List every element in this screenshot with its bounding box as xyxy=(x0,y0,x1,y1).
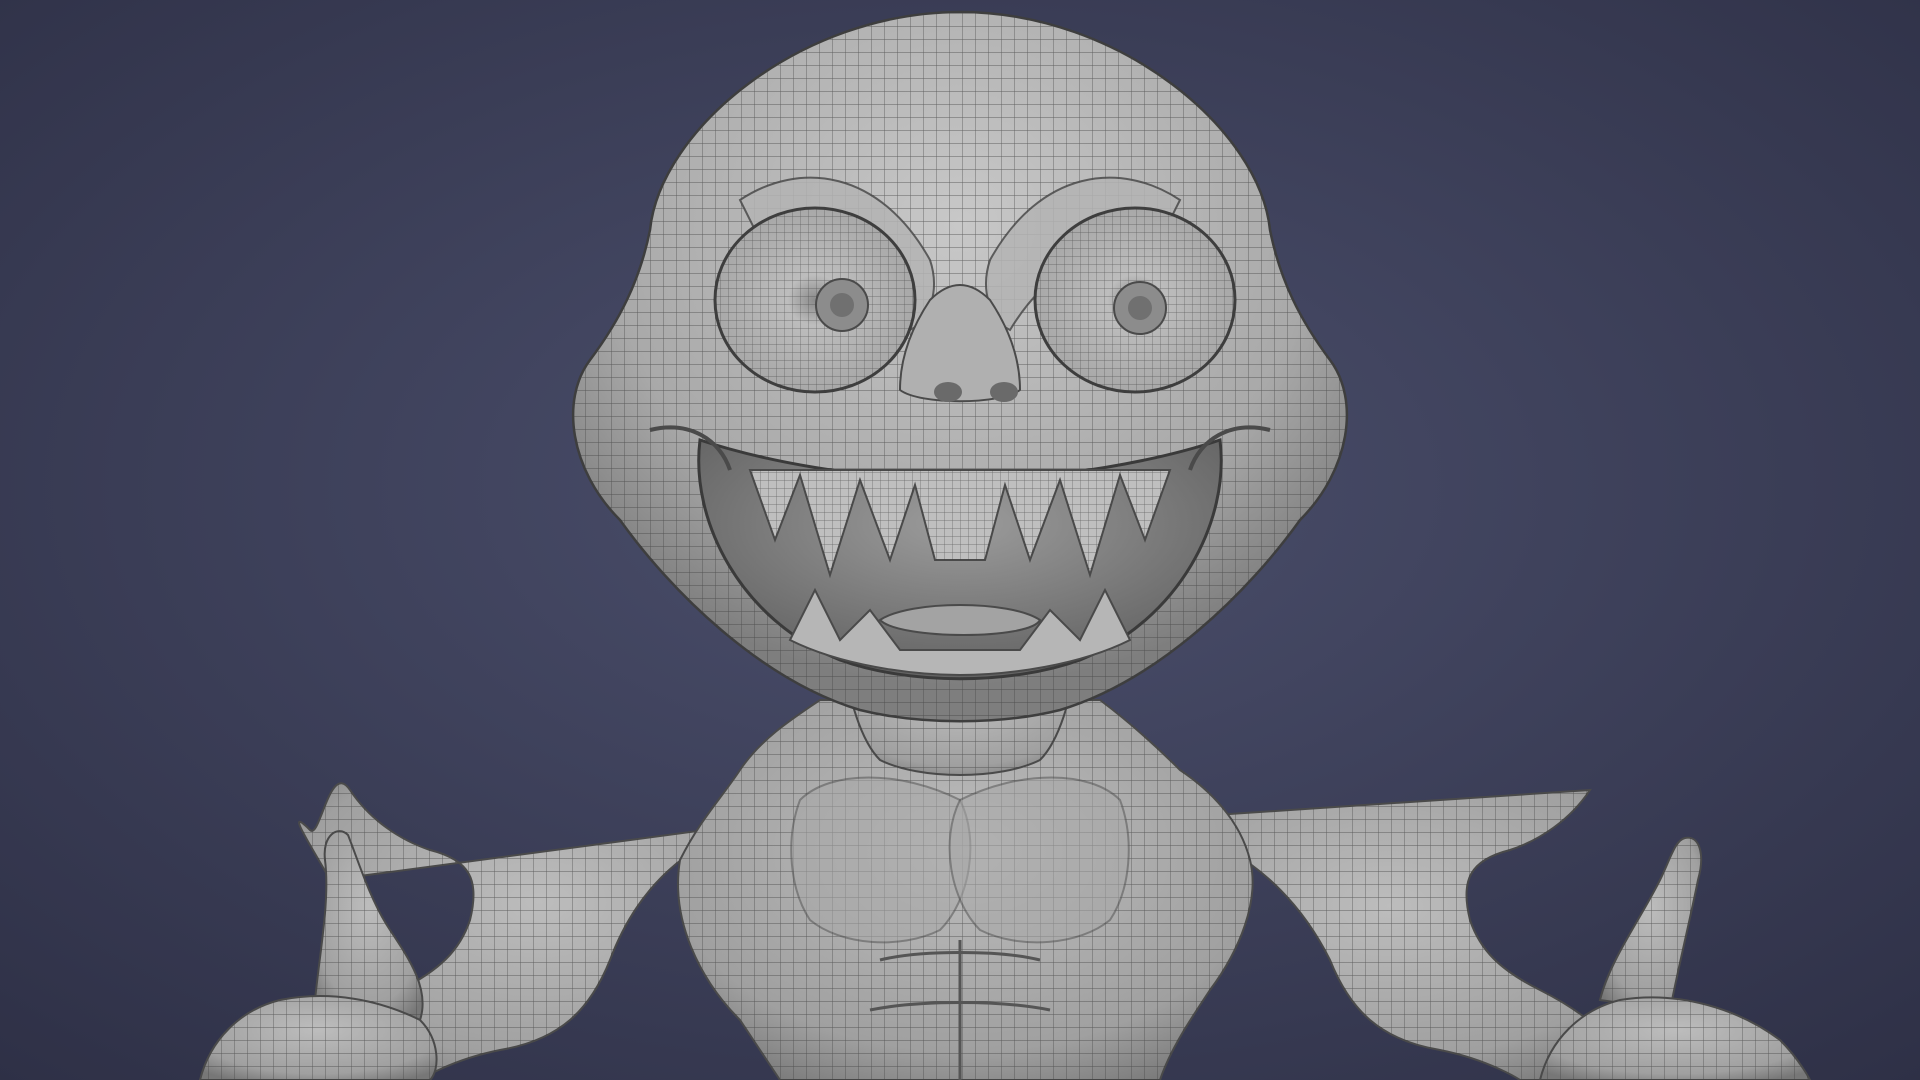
left-eye xyxy=(713,206,917,394)
head xyxy=(571,10,1349,723)
right-eye xyxy=(1033,206,1237,394)
creature-model[interactable] xyxy=(0,0,1920,1080)
3d-viewport[interactable] xyxy=(0,0,1920,1080)
